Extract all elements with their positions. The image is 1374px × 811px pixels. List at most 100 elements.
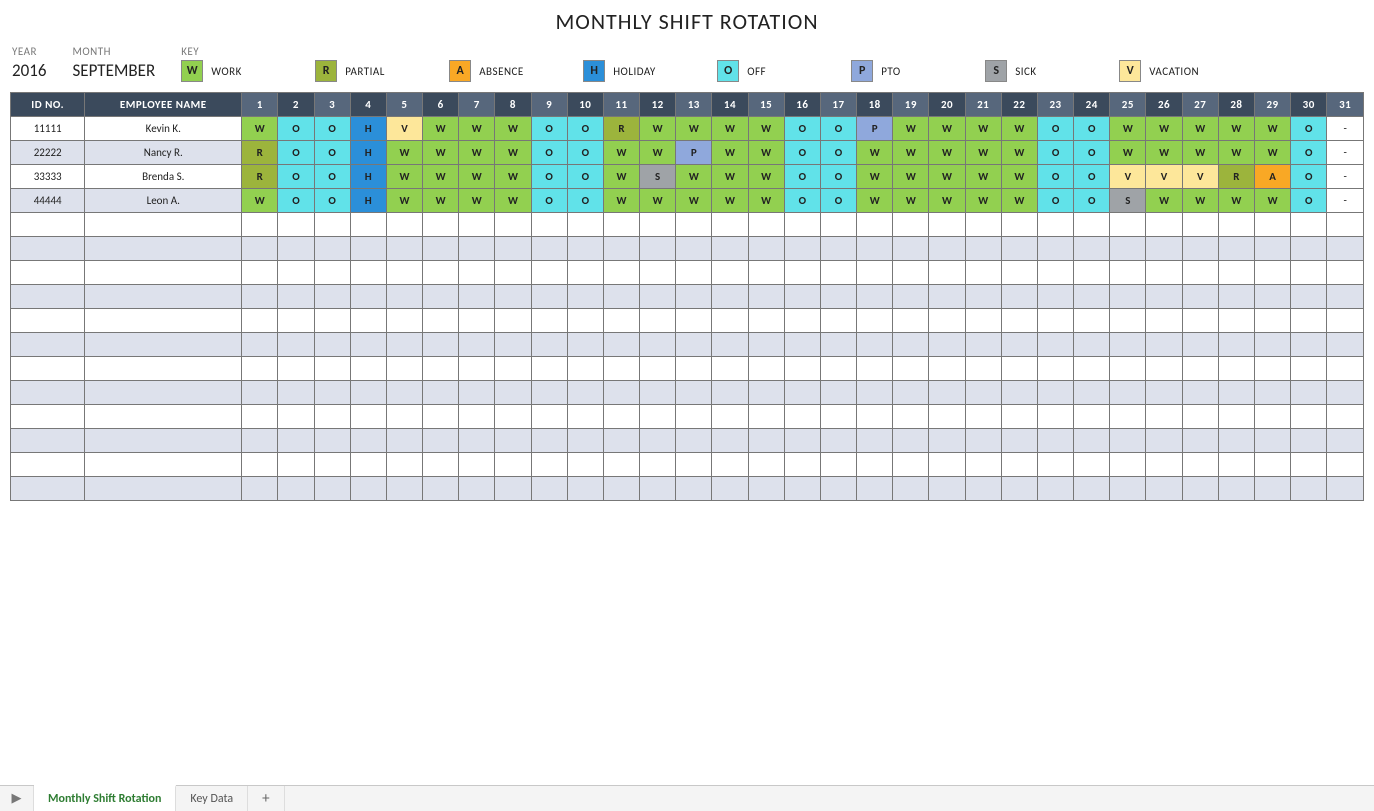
empty-cell[interactable] (459, 477, 495, 501)
shift-cell[interactable]: W (676, 117, 712, 141)
empty-cell[interactable] (1182, 381, 1218, 405)
empty-cell[interactable] (567, 357, 603, 381)
empty-cell[interactable] (11, 477, 85, 501)
empty-cell[interactable] (386, 237, 422, 261)
empty-cell[interactable] (531, 357, 567, 381)
empty-cell[interactable] (1182, 405, 1218, 429)
empty-cell[interactable] (603, 405, 639, 429)
empty-cell[interactable] (386, 429, 422, 453)
empty-cell[interactable] (784, 429, 820, 453)
shift-cell[interactable]: W (676, 165, 712, 189)
empty-cell[interactable] (676, 237, 712, 261)
shift-cell[interactable]: W (929, 141, 965, 165)
shift-cell[interactable]: W (459, 165, 495, 189)
empty-cell[interactable] (1146, 357, 1182, 381)
empty-cell[interactable] (1110, 213, 1146, 237)
empty-cell[interactable] (1291, 309, 1327, 333)
empty-cell[interactable] (278, 405, 314, 429)
empty-cell[interactable] (893, 213, 929, 237)
empty-cell[interactable] (929, 405, 965, 429)
shift-cell[interactable]: W (1110, 117, 1146, 141)
empty-cell[interactable] (11, 309, 85, 333)
year-value[interactable]: 2016 (12, 60, 46, 81)
empty-cell[interactable] (893, 429, 929, 453)
empty-cell[interactable] (929, 453, 965, 477)
empty-cell[interactable] (11, 285, 85, 309)
empty-cell[interactable] (242, 453, 278, 477)
empty-cell[interactable] (1110, 285, 1146, 309)
empty-cell[interactable] (567, 453, 603, 477)
empty-cell[interactable] (893, 333, 929, 357)
shift-cell[interactable]: O (567, 141, 603, 165)
empty-cell[interactable] (423, 213, 459, 237)
empty-cell[interactable] (350, 429, 386, 453)
empty-cell[interactable] (1110, 405, 1146, 429)
empty-cell[interactable] (1182, 309, 1218, 333)
empty-cell[interactable] (965, 453, 1001, 477)
empty-cell[interactable] (929, 429, 965, 453)
empty-cell[interactable] (423, 333, 459, 357)
shift-cell[interactable]: W (423, 141, 459, 165)
empty-cell[interactable] (676, 381, 712, 405)
empty-cell[interactable] (242, 333, 278, 357)
shift-cell[interactable]: W (893, 141, 929, 165)
empty-cell[interactable] (1110, 237, 1146, 261)
shift-cell[interactable]: O (1037, 165, 1073, 189)
empty-cell[interactable] (676, 309, 712, 333)
shift-cell[interactable]: W (495, 189, 531, 213)
empty-cell[interactable] (314, 237, 350, 261)
empty-cell[interactable] (1218, 333, 1254, 357)
shift-cell[interactable]: O (1291, 141, 1327, 165)
shift-cell[interactable]: W (603, 189, 639, 213)
empty-cell[interactable] (965, 429, 1001, 453)
empty-cell[interactable] (1327, 453, 1364, 477)
empty-cell[interactable] (314, 477, 350, 501)
shift-cell[interactable]: W (857, 165, 893, 189)
empty-cell[interactable] (1327, 429, 1364, 453)
empty-cell[interactable] (857, 309, 893, 333)
empty-cell[interactable] (748, 285, 784, 309)
empty-cell[interactable] (1037, 357, 1073, 381)
empty-cell[interactable] (857, 261, 893, 285)
empty-cell[interactable] (386, 285, 422, 309)
shift-cell[interactable]: W (386, 165, 422, 189)
empty-cell[interactable] (11, 213, 85, 237)
empty-cell[interactable] (314, 213, 350, 237)
shift-cell[interactable]: R (242, 141, 278, 165)
empty-cell[interactable] (893, 261, 929, 285)
empty-cell[interactable] (1074, 309, 1110, 333)
empty-cell[interactable] (820, 237, 856, 261)
empty-cell[interactable] (748, 237, 784, 261)
empty-cell[interactable] (314, 309, 350, 333)
empty-cell[interactable] (820, 333, 856, 357)
empty-cell[interactable] (1327, 309, 1364, 333)
empty-cell[interactable] (1001, 309, 1037, 333)
shift-cell[interactable]: W (495, 141, 531, 165)
shift-cell[interactable]: W (1218, 117, 1254, 141)
empty-cell[interactable] (676, 285, 712, 309)
empty-cell[interactable] (1182, 477, 1218, 501)
empty-cell[interactable] (1327, 381, 1364, 405)
empty-cell[interactable] (712, 213, 748, 237)
empty-cell[interactable] (85, 429, 242, 453)
empty-cell[interactable] (386, 333, 422, 357)
empty-cell[interactable] (1037, 477, 1073, 501)
shift-cell[interactable]: W (676, 189, 712, 213)
empty-cell[interactable] (1001, 477, 1037, 501)
month-value[interactable]: SEPTEMBER (72, 60, 155, 81)
shift-cell[interactable]: S (640, 165, 676, 189)
empty-cell[interactable] (1001, 285, 1037, 309)
employee-id[interactable]: 22222 (11, 141, 85, 165)
empty-cell[interactable] (1218, 453, 1254, 477)
empty-cell[interactable] (314, 381, 350, 405)
empty-cell[interactable] (748, 333, 784, 357)
empty-cell[interactable] (1218, 477, 1254, 501)
empty-cell[interactable] (278, 285, 314, 309)
shift-cell[interactable]: W (857, 189, 893, 213)
empty-cell[interactable] (1001, 333, 1037, 357)
shift-cell[interactable]: O (1037, 141, 1073, 165)
empty-cell[interactable] (567, 429, 603, 453)
empty-cell[interactable] (1074, 381, 1110, 405)
shift-cell[interactable]: W (1254, 141, 1290, 165)
empty-cell[interactable] (1182, 237, 1218, 261)
